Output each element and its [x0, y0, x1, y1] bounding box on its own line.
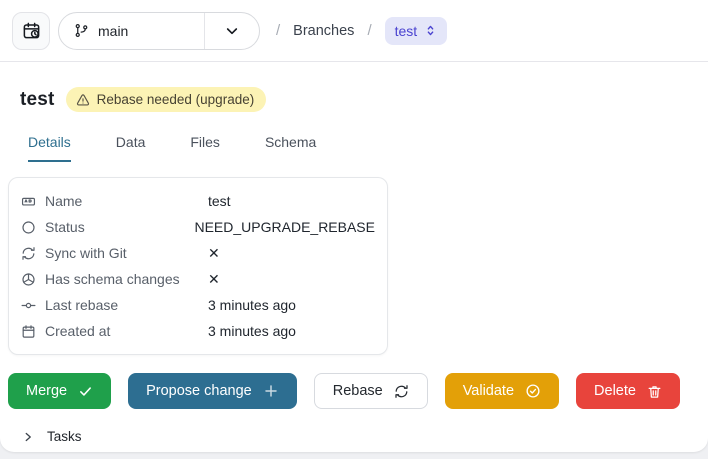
- detail-label: Sync with Git: [21, 245, 208, 261]
- tasks-section-toggle[interactable]: Tasks: [22, 429, 700, 444]
- breadcrumb-separator: /: [367, 22, 372, 39]
- refresh-icon: [394, 384, 409, 399]
- detail-row-schema-changes: Has schema changes ✕: [21, 266, 375, 292]
- merge-button-label: Merge: [26, 383, 68, 399]
- page-title: test: [20, 88, 55, 110]
- rebase-button[interactable]: Rebase: [313, 373, 428, 409]
- detail-value: test: [208, 193, 231, 209]
- sync-arrows-icon: [21, 246, 36, 261]
- calendar-clock-icon: [22, 21, 41, 40]
- tab-files[interactable]: Files: [190, 134, 220, 162]
- history-button[interactable]: [12, 11, 50, 50]
- detail-value: ✕: [208, 270, 220, 287]
- detail-label: Status: [21, 219, 194, 235]
- commit-icon: [21, 298, 36, 313]
- detail-label-text: Has schema changes: [45, 271, 180, 287]
- warning-triangle-icon: [76, 93, 90, 107]
- branch-dropdown[interactable]: main: [58, 11, 260, 50]
- status-circle-icon: [21, 220, 36, 235]
- breadcrumb-separator: /: [276, 22, 281, 39]
- git-branch-icon: [74, 23, 89, 38]
- name-badge-icon: [21, 194, 36, 209]
- detail-label-text: Status: [45, 219, 85, 235]
- top-bar: main / Branches / test: [0, 0, 708, 62]
- chevron-right-icon: [22, 431, 34, 443]
- propose-change-button-label: Propose change: [146, 383, 252, 399]
- trash-icon: [647, 384, 662, 399]
- branch-name-select[interactable]: test: [384, 16, 448, 45]
- detail-row-sync: Sync with Git ✕: [21, 240, 375, 266]
- badge-check-icon: [525, 383, 541, 399]
- plus-icon: [263, 383, 279, 399]
- details-card: Name test Status NEED_UPGRADE_REBASE Syn…: [8, 177, 388, 355]
- detail-row-created-at: Created at 3 minutes ago: [21, 318, 375, 344]
- detail-value: 3 minutes ago: [208, 323, 296, 339]
- breadcrumb-branches[interactable]: Branches: [293, 23, 354, 39]
- detail-label-text: Name: [45, 193, 83, 209]
- branch-name-label: test: [394, 22, 418, 39]
- tab-details[interactable]: Details: [28, 134, 71, 162]
- detail-label: Last rebase: [21, 297, 208, 313]
- delete-button[interactable]: Delete: [576, 373, 680, 409]
- tasks-section-label: Tasks: [47, 429, 82, 444]
- branch-dropdown-label: main: [98, 22, 129, 39]
- tab-bar: Details Data Files Schema: [28, 134, 700, 162]
- detail-row-name: Name test: [21, 188, 375, 214]
- detail-label-text: Last rebase: [45, 297, 119, 313]
- action-buttons: Merge Propose change Rebase Validate Del…: [8, 373, 700, 409]
- propose-change-button[interactable]: Propose change: [128, 373, 297, 409]
- tab-schema[interactable]: Schema: [265, 134, 316, 162]
- main-content: test Rebase needed (upgrade) Details Dat…: [0, 87, 708, 444]
- detail-label: Created at: [21, 323, 208, 339]
- check-icon: [78, 384, 93, 399]
- detail-row-last-rebase: Last rebase 3 minutes ago: [21, 292, 375, 318]
- tab-data[interactable]: Data: [116, 134, 146, 162]
- detail-row-status: Status NEED_UPGRADE_REBASE: [21, 214, 375, 240]
- validate-button[interactable]: Validate: [444, 373, 560, 409]
- detail-label: Name: [21, 193, 208, 209]
- validate-button-label: Validate: [462, 383, 515, 399]
- rebase-warning-badge: Rebase needed (upgrade): [65, 87, 267, 112]
- selector-icon: [424, 24, 437, 37]
- sphere-icon: [21, 272, 36, 287]
- detail-label: Has schema changes: [21, 271, 208, 287]
- page-container: main / Branches / test test Rebase neede…: [0, 0, 708, 452]
- chevron-down-icon[interactable]: [205, 23, 259, 39]
- calendar-icon: [21, 324, 36, 339]
- detail-label-text: Created at: [45, 323, 111, 339]
- delete-button-label: Delete: [594, 383, 636, 399]
- branch-dropdown-value: main: [59, 23, 204, 39]
- detail-value: ✕: [208, 244, 220, 261]
- rebase-button-label: Rebase: [332, 383, 383, 399]
- detail-value: 3 minutes ago: [208, 297, 296, 313]
- detail-value: NEED_UPGRADE_REBASE: [194, 219, 375, 235]
- merge-button[interactable]: Merge: [8, 373, 112, 409]
- title-row: test Rebase needed (upgrade): [20, 87, 700, 112]
- breadcrumb: / Branches / test: [276, 16, 448, 45]
- warning-badge-label: Rebase needed (upgrade): [96, 92, 255, 107]
- detail-label-text: Sync with Git: [45, 245, 127, 261]
